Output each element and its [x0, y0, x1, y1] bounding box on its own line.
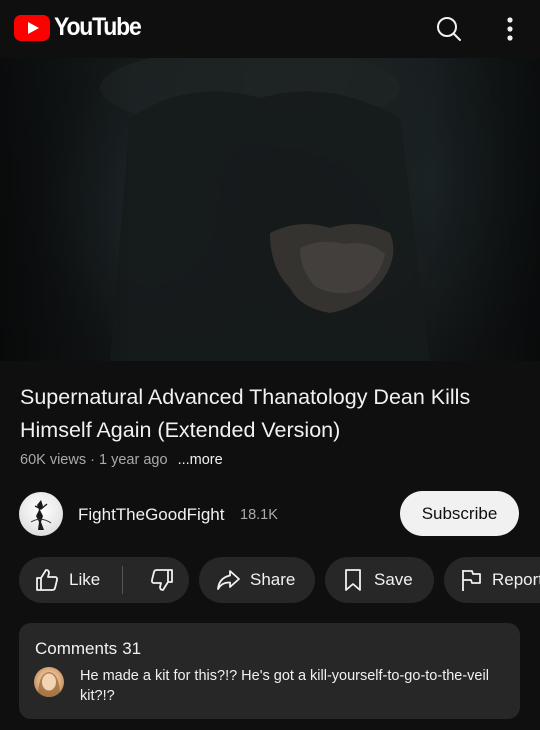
dislike-button[interactable]	[135, 557, 189, 603]
top-comment-text: He made a kit for this?!? He's got a kil…	[80, 668, 489, 704]
more-link[interactable]: ...more	[178, 452, 223, 468]
video-title[interactable]: Supernatural Advanced Thanatology Dean K…	[20, 381, 520, 447]
like-label: Like	[69, 570, 101, 589]
video-player[interactable]	[0, 58, 540, 361]
more-options-button[interactable]	[494, 13, 526, 45]
comments-header: Comments 31	[35, 639, 141, 659]
meta-separator: ·	[90, 452, 95, 468]
youtube-logo[interactable]: YouTube	[14, 13, 148, 42]
share-button[interactable]: Share	[199, 557, 315, 603]
flag-icon	[462, 570, 481, 591]
subscribe-button[interactable]: Subscribe	[400, 491, 519, 536]
logo-text: YouTube	[54, 13, 142, 41]
upload-age: 1 year ago	[99, 452, 168, 468]
search-icon	[437, 17, 461, 41]
save-button[interactable]: Save	[325, 557, 434, 603]
youtube-play-logo-icon	[14, 14, 50, 41]
thumbs-down-icon	[151, 569, 173, 591]
watch-page: YouTube Supernatural Advanced Thanatolog	[0, 0, 540, 730]
comments-title: Comments	[35, 639, 118, 658]
channel-name[interactable]: FightTheGoodFight	[78, 505, 224, 525]
commenter-avatar[interactable]	[34, 667, 64, 697]
like-button[interactable]: Like	[19, 557, 100, 603]
subscriber-count: 18.1K	[240, 507, 278, 523]
commenter-face	[38, 672, 60, 697]
thumbs-up-icon	[36, 569, 58, 591]
more-vert-icon	[507, 17, 513, 41]
search-button[interactable]	[433, 13, 465, 45]
share-arrow-icon	[217, 570, 240, 590]
view-count: 60K views	[20, 452, 87, 468]
report-label: Report	[492, 570, 540, 589]
video-vignette	[0, 58, 540, 361]
channel-avatar[interactable]	[19, 492, 63, 536]
top-bar: YouTube	[0, 0, 540, 58]
bookmark-icon	[345, 569, 361, 591]
comments-count: 31	[122, 639, 142, 658]
video-meta[interactable]: 60K views · 1 year ago ...more	[20, 452, 223, 468]
avatar-silhouette	[30, 500, 52, 530]
like-divider	[122, 566, 123, 594]
comments-section[interactable]: Comments 31 He made a kit for this?!? He'…	[19, 623, 520, 719]
report-button[interactable]: Report	[444, 557, 540, 603]
share-label: Share	[250, 570, 296, 589]
save-label: Save	[374, 570, 413, 589]
like-dislike-group: Like	[19, 557, 189, 603]
